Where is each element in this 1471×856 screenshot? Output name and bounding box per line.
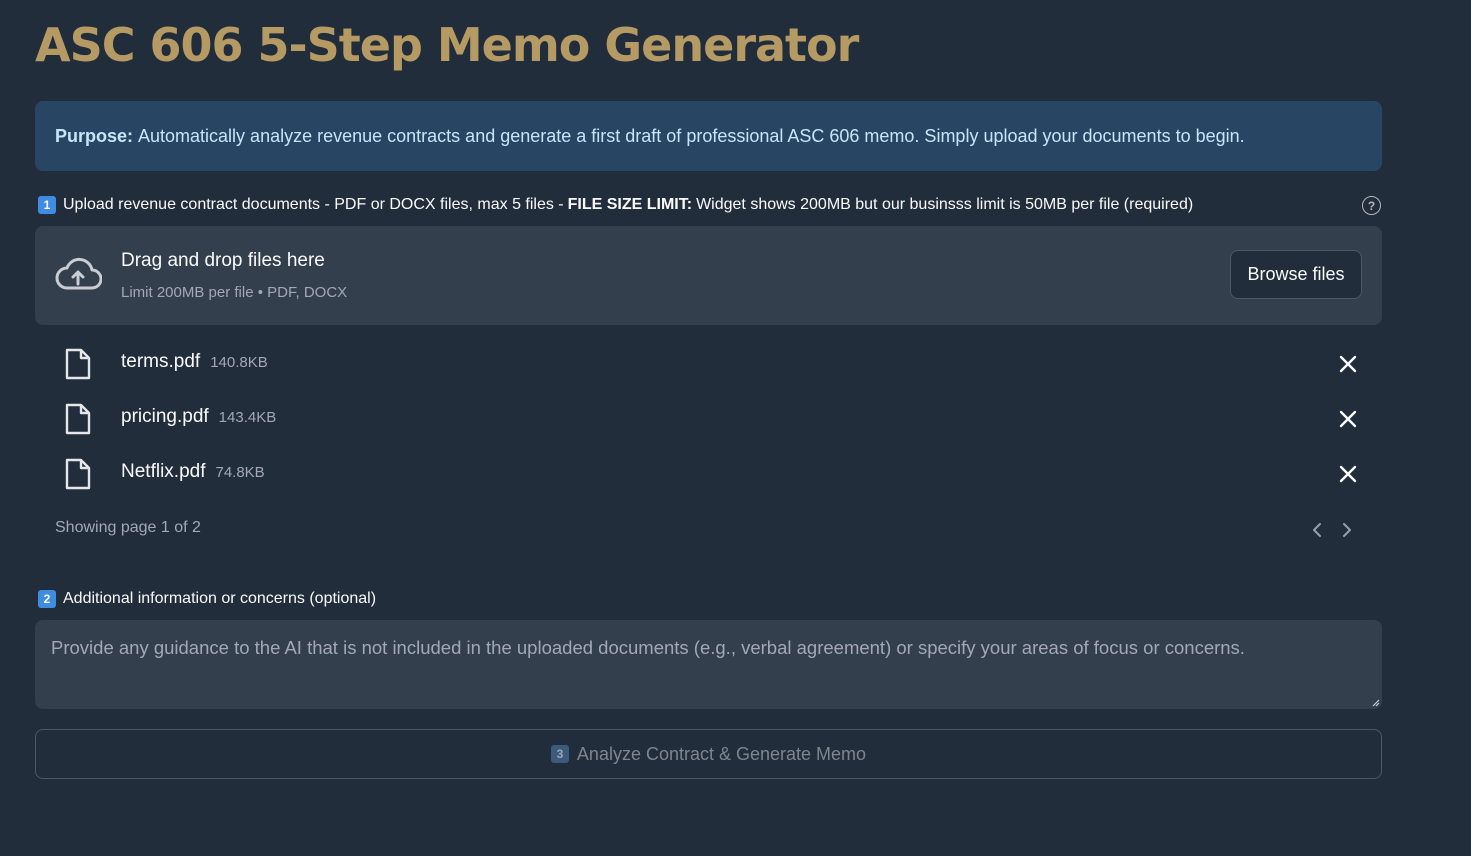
additional-info-label: 2 Additional information or concerns (op…	[38, 590, 376, 608]
additional-info-textarea[interactable]: Provide any guidance to the AI that is n…	[35, 620, 1382, 709]
close-icon[interactable]	[1338, 409, 1358, 429]
close-icon[interactable]	[1338, 354, 1358, 374]
file-item: Netflix.pdf 74.8KB	[35, 454, 1382, 494]
chevron-left-icon[interactable]	[1308, 520, 1326, 540]
upload-label-bold: FILE SIZE LIMIT:	[567, 196, 693, 213]
resize-grip-icon[interactable]	[1370, 697, 1380, 707]
close-icon[interactable]	[1338, 464, 1358, 484]
upload-label: 1 Upload revenue contract documents - PD…	[38, 196, 1193, 214]
file-item: pricing.pdf 143.4KB	[35, 399, 1382, 439]
file-size: 143.4KB	[218, 409, 277, 426]
file-name: Netflix.pdf	[121, 461, 206, 482]
browse-files-button[interactable]: Browse files	[1230, 250, 1362, 299]
help-icon[interactable]: ?	[1362, 196, 1381, 215]
cloud-upload-icon	[55, 257, 102, 290]
file-dropzone[interactable]: Drag and drop files here Limit 200MB per…	[35, 226, 1382, 325]
pagination-text: Showing page 1 of 2	[55, 519, 201, 536]
file-size: 140.8KB	[210, 354, 268, 371]
step-2-badge: 2	[38, 590, 56, 608]
analyze-button[interactable]: 3 Analyze Contract & Generate Memo	[35, 729, 1382, 779]
page-title: ASC 606 5-Step Memo Generator	[35, 18, 859, 72]
dropzone-title: Drag and drop files here	[121, 250, 325, 271]
purpose-label: Purpose:	[55, 125, 134, 146]
step-3-badge: 3	[550, 745, 569, 763]
upload-label-prefix: Upload revenue contract documents - PDF …	[63, 196, 564, 213]
purpose-text: Automatically analyze revenue contracts …	[138, 125, 1245, 146]
purpose-info-box: Purpose: Automatically analyze revenue c…	[35, 101, 1382, 171]
chevron-right-icon[interactable]	[1338, 520, 1356, 540]
file-name: pricing.pdf	[121, 406, 209, 427]
file-icon	[65, 348, 91, 380]
upload-label-suffix: Widget shows 200MB but our businsss limi…	[696, 196, 1194, 213]
file-item: terms.pdf 140.8KB	[35, 344, 1382, 384]
analyze-button-label: Analyze Contract & Generate Memo	[576, 743, 867, 764]
step-1-badge: 1	[38, 196, 56, 214]
file-size: 74.8KB	[215, 464, 265, 481]
file-icon	[65, 458, 91, 490]
dropzone-subtitle: Limit 200MB per file • PDF, DOCX	[121, 284, 348, 301]
file-icon	[65, 403, 91, 435]
additional-info-label-text: Additional information or concerns (opti…	[63, 590, 377, 607]
file-name: terms.pdf	[121, 351, 201, 372]
